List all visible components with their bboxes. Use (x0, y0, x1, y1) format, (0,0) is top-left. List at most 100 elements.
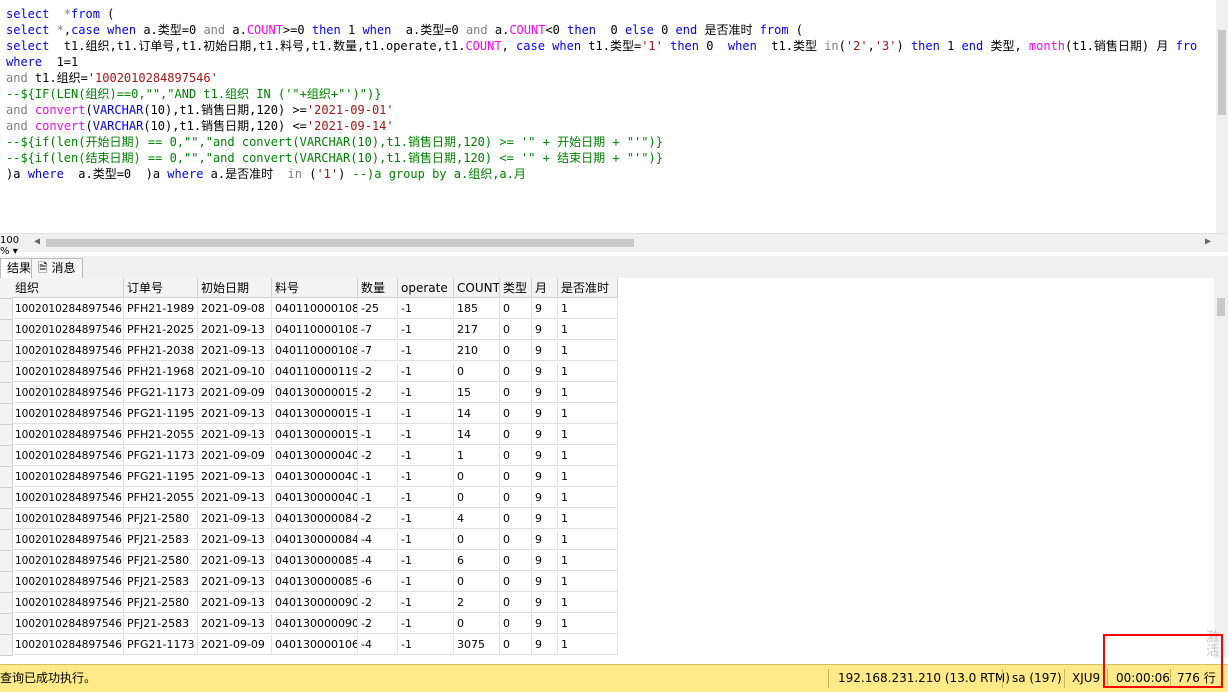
column-header[interactable]: 是否准时 (558, 278, 618, 298)
grid-cell[interactable]: PFJ21-2583 (124, 530, 198, 550)
grid-cell[interactable]: PFH21-2055 (124, 488, 198, 508)
grid-cell[interactable]: PFG21-1173 (124, 635, 198, 655)
grid-cell[interactable]: 040110000108 (272, 320, 358, 340)
column-header[interactable]: 订单号 (124, 278, 198, 298)
editor-hscroll-thumb[interactable] (46, 239, 634, 247)
grid-cell[interactable]: -1 (398, 593, 454, 613)
grid-cell[interactable]: 2021-09-13 (198, 467, 272, 487)
grid-cell[interactable]: 2021-09-13 (198, 425, 272, 445)
scroll-left-arrow-icon[interactable]: ◀ (34, 236, 40, 247)
grid-cell[interactable]: -2 (358, 509, 398, 529)
grid-cell[interactable]: 1002010284897546 (12, 551, 124, 571)
grid-cell[interactable]: 0 (500, 362, 532, 382)
table-row[interactable]: 1002010284897546 PFH21-1989 2021-09-08 0401… (0, 299, 1214, 320)
grid-cell[interactable]: 040130000084 (272, 509, 358, 529)
grid-cell[interactable]: 0 (500, 614, 532, 634)
grid-cell[interactable]: 0 (500, 446, 532, 466)
grid-vertical-scrollbar[interactable] (1214, 278, 1228, 658)
grid-cell[interactable]: 1002010284897546 (12, 467, 124, 487)
grid-cell[interactable]: 1002010284897546 (12, 530, 124, 550)
table-row[interactable]: 1002010284897546 PFJ21-2580 2021-09-13 0401… (0, 509, 1214, 530)
column-header[interactable]: COUNT (454, 278, 500, 298)
table-row[interactable]: 1002010284897546 PFH21-2025 2021-09-13 0401… (0, 320, 1214, 341)
grid-cell[interactable]: PFH21-2038 (124, 341, 198, 361)
grid-cell[interactable]: 0 (454, 614, 500, 634)
grid-cell[interactable]: -2 (358, 362, 398, 382)
grid-cell[interactable]: 1 (558, 425, 618, 445)
column-header[interactable]: 月 (532, 278, 558, 298)
code-line[interactable]: select t1.组织,t1.订单号,t1.初始日期,t1.料号,t1.数量,… (6, 38, 1197, 54)
grid-cell[interactable]: PFH21-2055 (124, 425, 198, 445)
code-line[interactable]: and t1.组织='1002010284897546' (6, 70, 218, 86)
grid-cell[interactable]: 9 (532, 614, 558, 634)
grid-cell[interactable]: 3075 (454, 635, 500, 655)
grid-cell[interactable]: 040110000108 (272, 299, 358, 319)
grid-cell[interactable]: 9 (532, 530, 558, 550)
grid-cell[interactable]: PFJ21-2580 (124, 509, 198, 529)
grid-cell[interactable]: 2021-09-13 (198, 509, 272, 529)
grid-cell[interactable]: PFJ21-2583 (124, 572, 198, 592)
table-row[interactable]: 1002010284897546 PFG21-1195 2021-09-13 0401… (0, 467, 1214, 488)
grid-cell[interactable]: 1 (558, 509, 618, 529)
grid-cell[interactable]: 1 (558, 299, 618, 319)
grid-cell[interactable]: -1 (398, 509, 454, 529)
table-row[interactable]: 1002010284897546 PFH21-2055 2021-09-13 0401… (0, 488, 1214, 509)
grid-cell[interactable]: 1 (558, 572, 618, 592)
grid-cell[interactable]: -1 (398, 467, 454, 487)
grid-cell[interactable]: 9 (532, 425, 558, 445)
grid-cell[interactable]: 9 (532, 446, 558, 466)
grid-cell[interactable]: -1 (358, 467, 398, 487)
grid-cell[interactable]: 0 (500, 635, 532, 655)
grid-cell[interactable]: 0 (500, 299, 532, 319)
grid-cell[interactable]: -1 (398, 551, 454, 571)
code-line[interactable]: and convert(VARCHAR(10),t1.销售日期,120) <='… (6, 118, 394, 134)
grid-cell[interactable]: 0 (500, 572, 532, 592)
grid-cell[interactable]: PFJ21-2580 (124, 551, 198, 571)
editor-vertical-scrollbar[interactable] (1216, 0, 1228, 233)
grid-cell[interactable]: -1 (398, 404, 454, 424)
grid-cell[interactable]: 2021-09-10 (198, 362, 272, 382)
grid-cell[interactable]: 0 (500, 425, 532, 445)
table-row[interactable]: 1002010284897546 PFJ21-2583 2021-09-13 0401… (0, 530, 1214, 551)
table-row[interactable]: 1002010284897546 PFH21-1968 2021-09-10 0401… (0, 362, 1214, 383)
grid-cell[interactable]: -1 (398, 341, 454, 361)
table-row[interactable]: 1002010284897546 PFJ21-2580 2021-09-13 0401… (0, 551, 1214, 572)
grid-cell[interactable]: 14 (454, 404, 500, 424)
grid-cell[interactable]: 14 (454, 425, 500, 445)
grid-cell[interactable]: -1 (398, 362, 454, 382)
grid-cell[interactable]: 040110000119 (272, 362, 358, 382)
grid-cell[interactable]: 0 (454, 467, 500, 487)
grid-cell[interactable]: 1 (558, 446, 618, 466)
grid-cell[interactable]: 040110000108 (272, 341, 358, 361)
grid-cell[interactable]: 040130000090 (272, 593, 358, 613)
grid-cell[interactable]: PFH21-1989 (124, 299, 198, 319)
column-header[interactable]: 初始日期 (198, 278, 272, 298)
grid-cell[interactable]: 6 (454, 551, 500, 571)
grid-cell[interactable]: 1 (558, 341, 618, 361)
grid-cell[interactable]: 185 (454, 299, 500, 319)
grid-cell[interactable]: -1 (398, 635, 454, 655)
column-header[interactable]: 数量 (358, 278, 398, 298)
grid-cell[interactable]: 210 (454, 341, 500, 361)
grid-cell[interactable]: PFG21-1195 (124, 404, 198, 424)
grid-cell[interactable]: 040130000040 (272, 446, 358, 466)
grid-cell[interactable]: 040130000085 (272, 572, 358, 592)
grid-scroll-thumb[interactable] (1217, 298, 1225, 316)
grid-cell[interactable]: 1002010284897546 (12, 509, 124, 529)
grid-cell[interactable]: -1 (398, 614, 454, 634)
grid-cell[interactable]: 1002010284897546 (12, 320, 124, 340)
grid-cell[interactable]: -1 (398, 488, 454, 508)
grid-cell[interactable]: 0 (454, 488, 500, 508)
grid-cell[interactable]: 9 (532, 299, 558, 319)
grid-header-row[interactable]: 组织 订单号 初始日期 料号 数量 operate COUNT 类型月是否准时 (0, 278, 1214, 299)
table-row[interactable]: 1002010284897546 PFG21-1173 2021-09-09 0401… (0, 635, 1214, 656)
grid-cell[interactable]: 040130000106 (272, 635, 358, 655)
grid-cell[interactable]: 1002010284897546 (12, 383, 124, 403)
grid-cell[interactable]: 0 (500, 341, 532, 361)
grid-cell[interactable]: 0 (500, 551, 532, 571)
column-header[interactable]: 料号 (272, 278, 358, 298)
grid-cell[interactable]: PFH21-2025 (124, 320, 198, 340)
grid-cell[interactable]: 0 (454, 362, 500, 382)
grid-cell[interactable]: -1 (398, 299, 454, 319)
zoom-select[interactable]: 100 % ▾ (0, 235, 28, 257)
